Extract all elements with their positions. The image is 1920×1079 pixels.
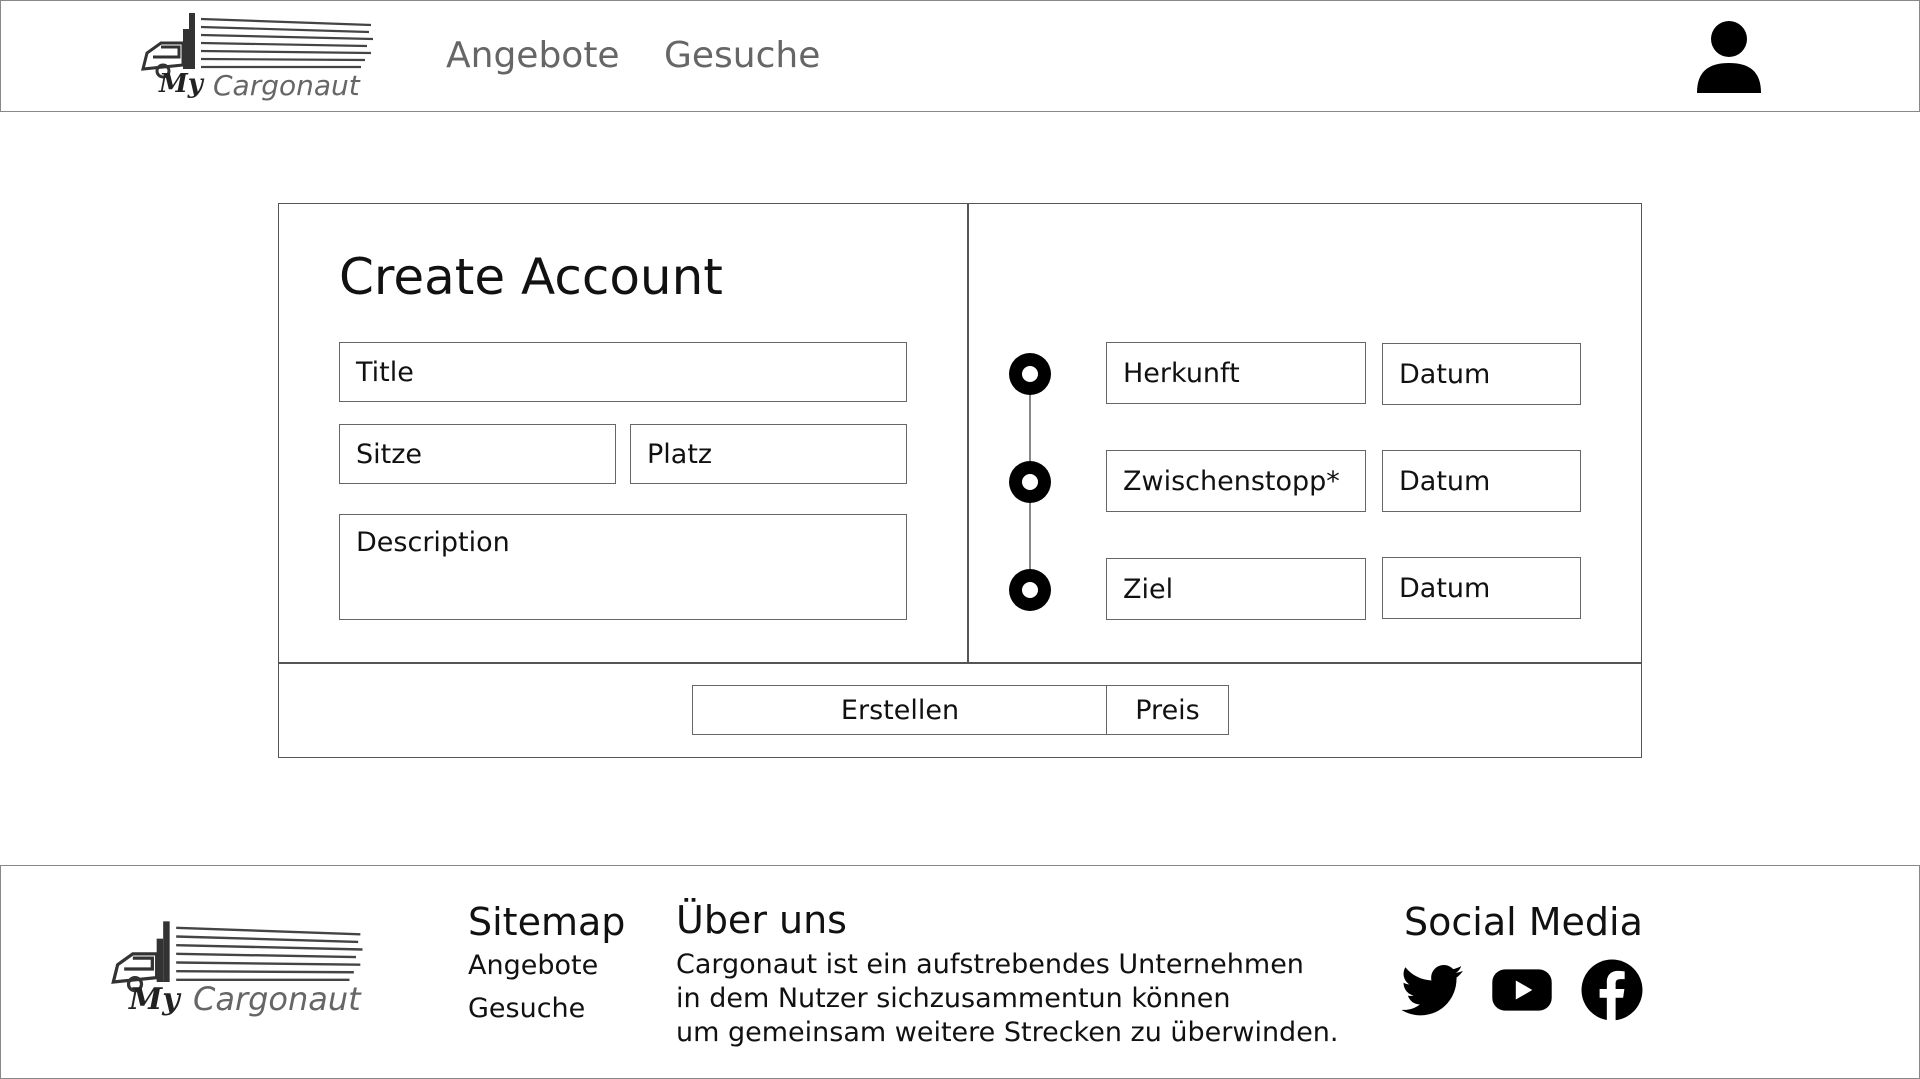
destination-date-field[interactable]: Datum [1382, 557, 1581, 619]
facebook-icon[interactable] [1581, 959, 1643, 1021]
stopover-date-field[interactable]: Datum [1382, 450, 1581, 512]
nav-angebote[interactable]: Angebote [446, 35, 620, 76]
about-line: Cargonaut ist ein aufstrebendes Unterneh… [676, 949, 1304, 980]
about-heading: Über uns [676, 898, 847, 942]
user-icon[interactable] [1691, 19, 1767, 95]
create-offer-card: Create Account Title Sitze Platz Descrip… [278, 203, 1642, 758]
twitter-icon[interactable] [1402, 959, 1464, 1021]
youtube-icon[interactable] [1491, 959, 1553, 1021]
footer-logo-brand: Cargonaut [193, 980, 361, 1018]
social-heading: Social Media [1404, 900, 1643, 944]
about-line: in dem Nutzer sichzusammentun können [676, 983, 1231, 1014]
logo-my: My [159, 69, 203, 99]
title-field[interactable]: Title [339, 342, 907, 402]
sitemap-heading: Sitemap [468, 900, 626, 944]
destination-field[interactable]: Ziel [1106, 558, 1366, 620]
card-divider-horizontal [279, 662, 1641, 664]
about-text: Cargonaut ist ein aufstrebendes Unterneh… [676, 948, 1339, 1050]
nav-gesuche[interactable]: Gesuche [664, 35, 820, 76]
footer-logo-my: My [129, 982, 180, 1017]
description-field[interactable]: Description [339, 514, 907, 620]
origin-field[interactable]: Herkunft [1106, 342, 1366, 404]
footer-link-angebote[interactable]: Angebote [468, 950, 598, 981]
route-stop-origin [1009, 353, 1051, 395]
create-button[interactable]: Erstellen [692, 685, 1108, 735]
route-stop-destination [1009, 569, 1051, 611]
route-stop-intermediate [1009, 461, 1051, 503]
origin-date-field[interactable]: Datum [1382, 343, 1581, 405]
stopover-field[interactable]: Zwischenstopp* [1106, 450, 1366, 512]
page-title: Create Account [339, 248, 723, 306]
footer-link-gesuche[interactable]: Gesuche [468, 993, 585, 1024]
seats-field[interactable]: Sitze [339, 424, 616, 484]
card-divider-vertical [967, 204, 969, 662]
site-footer: My Cargonaut Sitemap Angebote Gesuche Üb… [0, 865, 1920, 1079]
logo[interactable]: My Cargonaut [139, 7, 379, 107]
footer-logo[interactable]: My Cargonaut [109, 914, 369, 1024]
site-header: My Cargonaut Angebote Gesuche [0, 0, 1920, 112]
logo-brand: Cargonaut [213, 69, 360, 102]
space-field[interactable]: Platz [630, 424, 907, 484]
price-field[interactable]: Preis [1106, 685, 1229, 735]
about-line: um gemeinsam weitere Strecken zu überwin… [676, 1017, 1339, 1048]
